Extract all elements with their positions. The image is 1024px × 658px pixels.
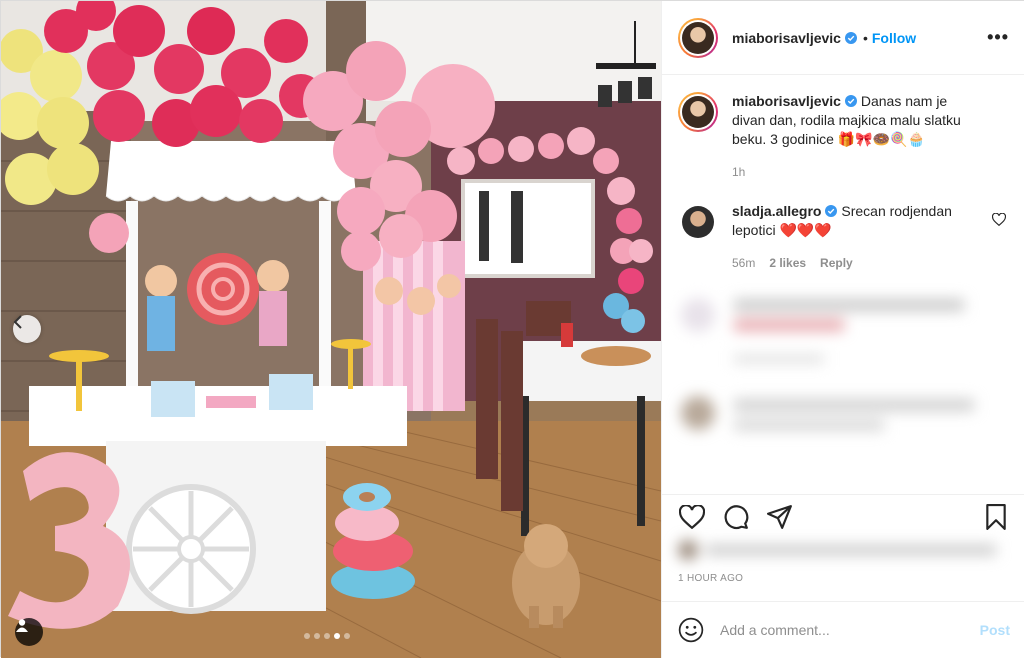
- blurred-comments: [678, 295, 1010, 453]
- share-button[interactable]: [766, 503, 794, 531]
- more-options-icon[interactable]: •••: [987, 27, 1009, 48]
- comment-reply-button[interactable]: Reply: [820, 254, 853, 273]
- like-button[interactable]: [678, 503, 706, 531]
- save-button[interactable]: [982, 503, 1010, 531]
- blurred-text: [734, 299, 964, 355]
- post-comment-button[interactable]: Post: [980, 622, 1010, 638]
- carousel-dots: [304, 633, 350, 639]
- post-timestamp[interactable]: 1 HOUR AGO: [678, 573, 743, 584]
- blurred-avatar: [681, 298, 715, 332]
- carousel-prev-button[interactable]: [13, 315, 41, 343]
- carousel-dot: [344, 633, 350, 639]
- caption-meta: 1h: [732, 163, 982, 182]
- bookmark-icon: [986, 503, 1006, 530]
- comment-icon: [724, 504, 749, 529]
- comment-body: sladja.allegro Srecan rodjendan lepotici…: [732, 202, 982, 273]
- verified-badge-icon: [844, 31, 857, 44]
- comment-item: sladja.allegro Srecan rodjendan lepotici…: [678, 202, 1010, 273]
- comment-username[interactable]: sladja.allegro: [732, 203, 821, 219]
- carousel-dot: [324, 633, 330, 639]
- carousel-dot: [314, 633, 320, 639]
- blurred-text: [734, 399, 974, 453]
- avatar-image: [682, 21, 714, 54]
- caption-time[interactable]: 1h: [732, 163, 745, 182]
- caption: miaborisavljevic Danas nam je divan dan,…: [678, 92, 1010, 182]
- carousel-dot: [334, 633, 340, 639]
- smiley-icon[interactable]: [678, 617, 704, 643]
- tagged-users-button[interactable]: [15, 618, 43, 646]
- commenter-avatar[interactable]: [682, 206, 714, 238]
- comment-input[interactable]: [720, 622, 980, 638]
- blurred-avatar: [681, 396, 715, 430]
- comment-button[interactable]: [722, 503, 750, 531]
- blurred-row: [678, 295, 1010, 355]
- chevron-left-icon: [13, 315, 22, 329]
- caption-body: miaborisavljevic Danas nam je divan dan,…: [732, 92, 982, 182]
- comment-like-heart-icon[interactable]: [992, 213, 1006, 226]
- avatar-image: [682, 96, 714, 128]
- avatar-frame: [680, 94, 716, 130]
- likes-summary-blurred: [678, 538, 1008, 564]
- author-avatar[interactable]: [678, 17, 718, 58]
- post-actions: [662, 494, 1024, 538]
- instagram-post: miaborisavljevic • Follow ••• miaborisav…: [0, 0, 1024, 658]
- comment-time[interactable]: 56m: [732, 254, 755, 273]
- blurred-row: [678, 393, 1010, 453]
- post-photo[interactable]: [1, 1, 661, 658]
- follow-button[interactable]: Follow: [872, 30, 916, 46]
- author-username[interactable]: miaborisavljevic: [732, 30, 841, 46]
- caption-username[interactable]: miaborisavljevic: [732, 93, 841, 109]
- post-side-panel: miaborisavljevic • Follow ••• miaborisav…: [661, 1, 1024, 658]
- verified-badge-icon: [825, 205, 838, 217]
- follow-separator: •: [862, 29, 868, 46]
- post-header: miaborisavljevic • Follow •••: [662, 1, 1024, 75]
- paper-plane-icon: [767, 504, 792, 529]
- verified-badge-icon: [844, 95, 857, 107]
- comments-list: miaborisavljevic Danas nam je divan dan,…: [662, 76, 1024, 494]
- comment-meta: 56m 2 likes Reply: [732, 254, 982, 273]
- comment-likes[interactable]: 2 likes: [769, 254, 806, 273]
- caption-avatar[interactable]: [678, 92, 718, 132]
- user-tag-icon: [16, 619, 28, 632]
- add-comment-bar: Post: [662, 601, 1024, 658]
- party-photo-illustration: [1, 1, 661, 658]
- heart-icon: [679, 504, 705, 529]
- carousel-dot: [304, 633, 310, 639]
- avatar-frame: [680, 19, 716, 56]
